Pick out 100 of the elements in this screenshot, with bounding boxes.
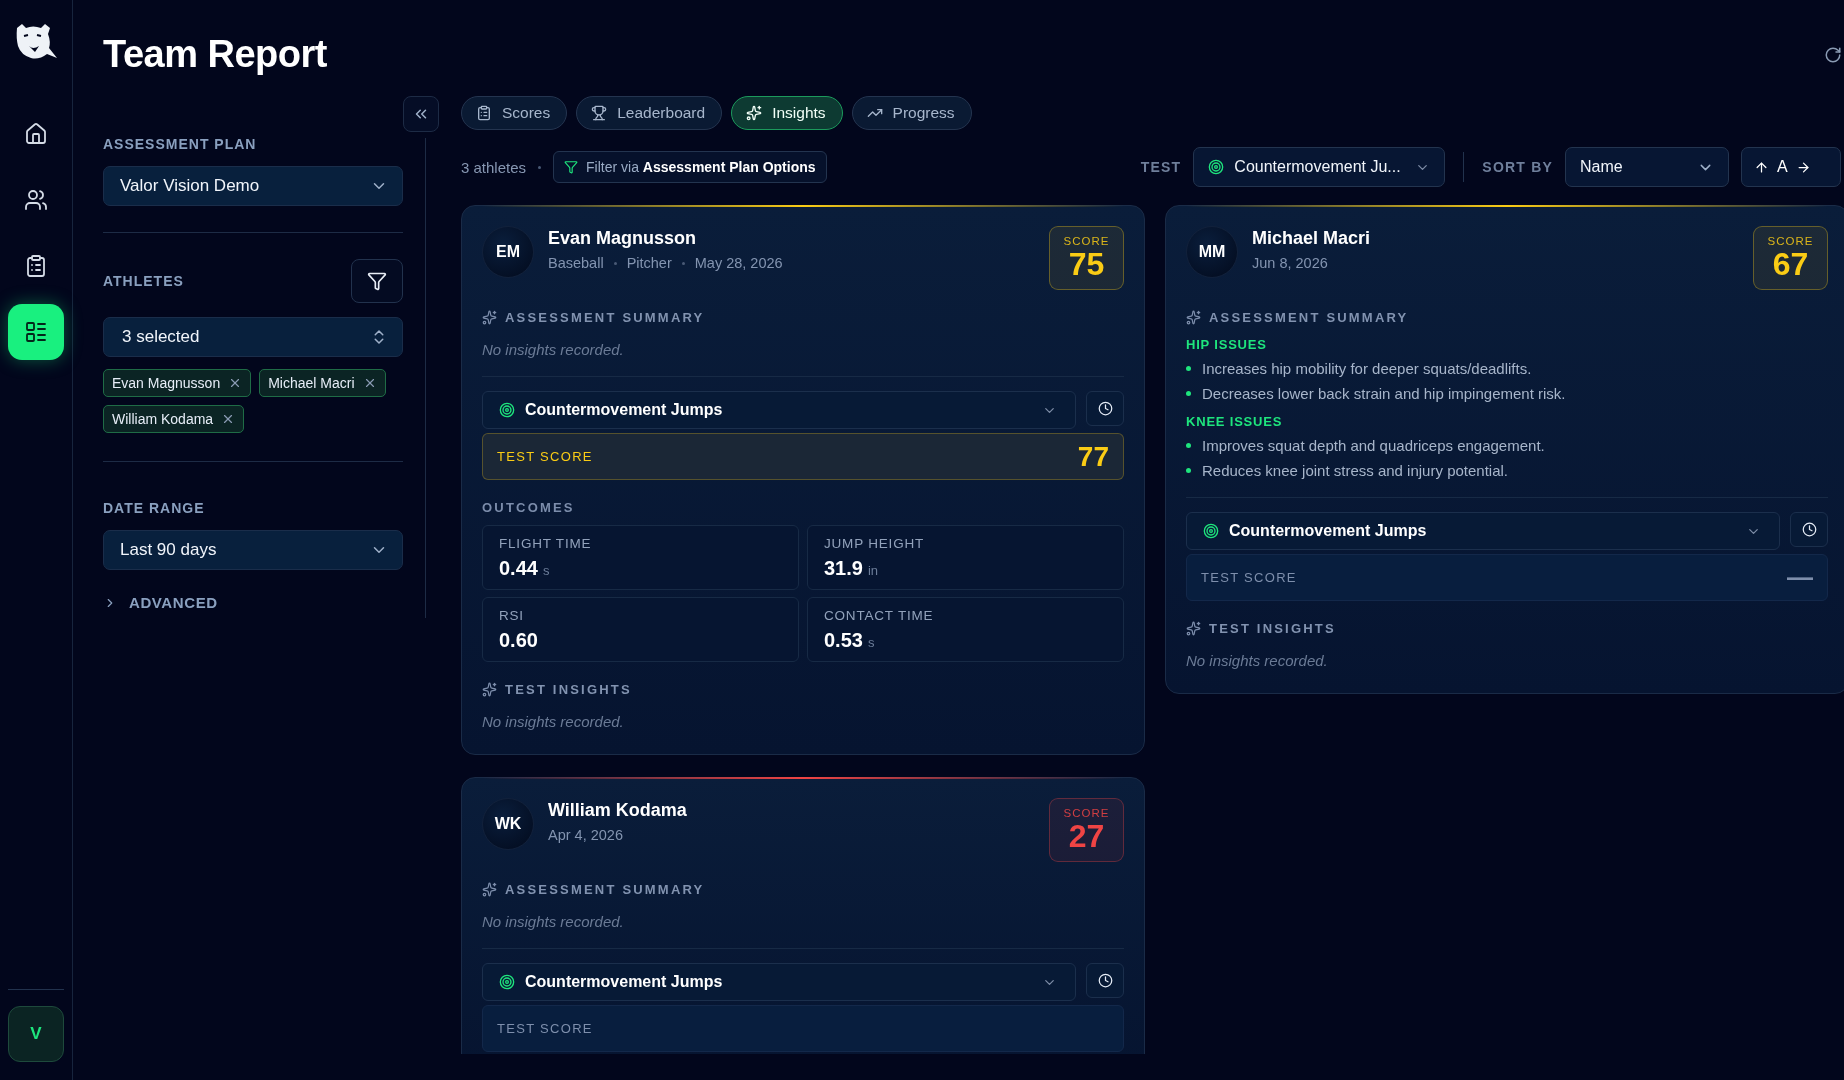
metric-label: RSI: [499, 608, 525, 623]
nav-button[interactable]: [8, 304, 64, 360]
test-score-label: TEST SCORE: [497, 449, 593, 464]
test-select[interactable]: Countermovement Ju...: [1193, 147, 1446, 187]
athlete-meta: Jun 8, 2026: [1252, 255, 1328, 271]
chip-text: Evan Magnusson: [112, 375, 221, 391]
clipboard-icon: [24, 254, 48, 278]
test-score-value: —: [1787, 562, 1813, 593]
section-title: TEST INSIGHTS: [505, 682, 632, 697]
plan-select[interactable]: Valor Vision Demo: [103, 166, 403, 206]
empty-note: No insights recorded.: [482, 341, 625, 358]
issue-title: KNEE ISSUES: [1186, 414, 1284, 429]
bullet-dot: [1186, 468, 1191, 473]
empty-note: No insights recorded.: [1186, 652, 1329, 669]
view-tab[interactable]: Insights: [731, 96, 843, 130]
chip-text: William Kodama: [112, 411, 214, 427]
metric-label: CONTACT TIME: [824, 608, 935, 623]
athlete-name: William Kodama: [548, 800, 688, 821]
avatar: WK: [482, 798, 534, 850]
history-button[interactable]: [1086, 391, 1124, 426]
filter-label: DATE RANGE: [103, 500, 206, 516]
athletes-select[interactable]: 3 selected: [103, 317, 403, 357]
avatar: MM: [1186, 226, 1238, 278]
empty-note: No insights recorded.: [482, 913, 625, 930]
athlete-name: Evan Magnusson: [548, 228, 698, 249]
test-score-label: TEST SCORE: [497, 1021, 593, 1036]
advanced-toggle[interactable]: ADVANCED: [103, 594, 403, 611]
metric-value: 0.53 s: [824, 629, 876, 652]
section-title: ASSESSMENT SUMMARY: [505, 310, 705, 325]
athlete-meta: May 28, 2026: [694, 255, 783, 271]
page-title: Team Report: [103, 34, 327, 74]
history-button[interactable]: [1086, 963, 1124, 998]
filter-label: ATHLETES: [103, 273, 184, 289]
date-range-select[interactable]: Last 90 days: [103, 530, 403, 570]
test-score-label: TEST SCORE: [1201, 570, 1297, 585]
metric-value: 31.9 in: [824, 557, 880, 580]
arrow-right-icon: [1795, 159, 1811, 175]
insight-text: Improves squat depth and quadriceps engagement.: [1202, 437, 1545, 454]
sort-direction-button[interactable]: A: [1741, 147, 1841, 187]
metric-value: 0.60: [499, 629, 539, 652]
collapse-button[interactable]: [403, 96, 439, 132]
view-tab[interactable]: Leaderboard: [576, 96, 723, 130]
view-tab[interactable]: Progress: [851, 96, 972, 130]
sparkles-icon: [482, 682, 497, 697]
user-avatar[interactable]: V: [8, 1006, 64, 1062]
sort-label: SORT BY: [1482, 159, 1553, 175]
score-value: 27: [1068, 819, 1105, 853]
clipboard-icon: [476, 105, 492, 121]
section-title: TEST INSIGHTS: [1209, 621, 1336, 636]
athlete-meta: Apr 4, 2026: [548, 827, 623, 843]
athlete-meta: Baseball: [548, 255, 604, 271]
insight-text: Increases hip mobility for deeper squats/deadlifts.: [1202, 360, 1532, 377]
target-icon: [499, 974, 515, 990]
test-select[interactable]: Countermovement Jumps: [1186, 512, 1780, 550]
sort-select[interactable]: Name: [1565, 147, 1729, 187]
test-select[interactable]: Countermovement Jumps: [482, 391, 1076, 429]
metric-label: JUMP HEIGHT: [824, 536, 926, 551]
score-label: SCORE: [1063, 807, 1110, 819]
bullet-dot: [1186, 366, 1191, 371]
metric-label: FLIGHT TIME: [499, 536, 593, 551]
filter-label: ASSESSMENT PLAN: [103, 136, 258, 152]
filter-link[interactable]: Filter via Assessment Plan Options: [553, 151, 827, 183]
clock-icon: [1801, 522, 1817, 537]
test-select[interactable]: Countermovement Jumps: [482, 963, 1076, 1001]
funnel-icon: [564, 160, 579, 174]
insight-text: Reduces knee joint stress and injury potential.: [1202, 462, 1508, 479]
home-icon: [24, 122, 48, 146]
sparkles-icon: [746, 105, 763, 121]
sparkles-icon: [1186, 621, 1201, 636]
avatar: EM: [482, 226, 534, 278]
issue-title: HIP ISSUES: [1186, 337, 1268, 352]
score-value: 75: [1068, 247, 1105, 281]
athlete-meta: Pitcher: [626, 255, 672, 271]
view-tab[interactable]: Scores: [461, 96, 568, 130]
filter-button[interactable]: [351, 259, 403, 303]
athlete-name: Michael Macri: [1252, 228, 1372, 249]
insight-text: Decreases lower back strain and hip impingement risk.: [1202, 385, 1566, 402]
refresh-icon[interactable]: [1824, 46, 1842, 64]
sparkles-icon: [482, 882, 497, 897]
score-label: SCORE: [1767, 235, 1814, 247]
sparkles-icon: [1186, 310, 1201, 325]
section-title: ASSESSMENT SUMMARY: [1209, 310, 1409, 325]
target-icon: [1203, 523, 1219, 539]
score-label: SCORE: [1063, 235, 1110, 247]
athlete-count: 3 athletes: [461, 158, 527, 176]
metric-value: 0.44 s: [499, 557, 551, 580]
funnel-icon: [367, 271, 387, 291]
bullet-dot: [1186, 391, 1191, 396]
empty-note: No insights recorded.: [482, 713, 625, 730]
target-icon: [499, 402, 515, 418]
trophy-icon: [591, 105, 608, 121]
bullet-dot: [1186, 443, 1191, 448]
users-icon: [24, 188, 48, 212]
clock-icon: [1097, 401, 1113, 416]
history-button[interactable]: [1790, 512, 1828, 547]
sparkles-icon: [482, 310, 497, 325]
list-icon: [24, 320, 48, 344]
section-title: ASSESSMENT SUMMARY: [505, 882, 705, 897]
target-icon: [1208, 159, 1225, 175]
score-value: 67: [1772, 247, 1809, 281]
